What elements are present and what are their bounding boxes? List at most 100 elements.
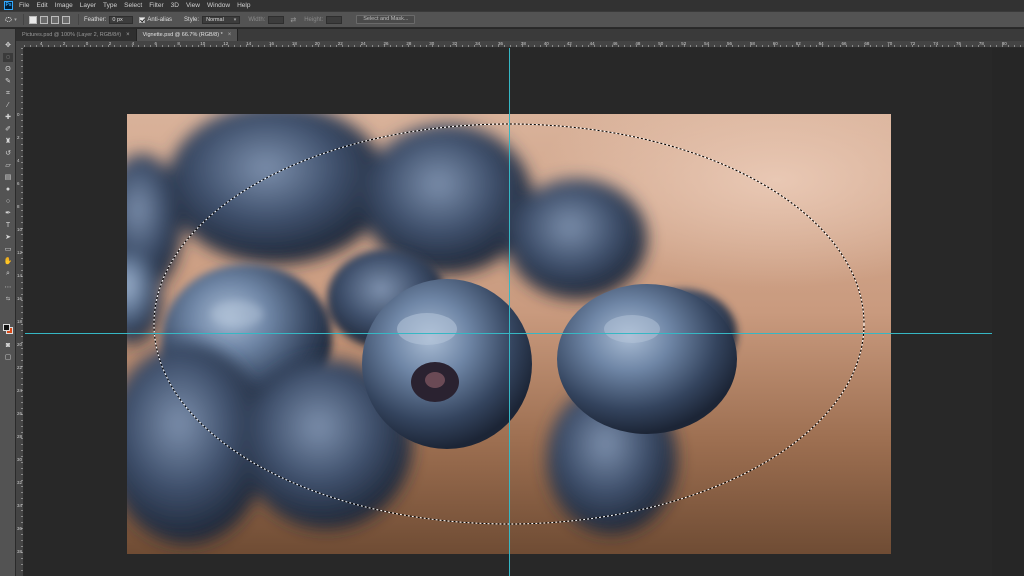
ruler-h-label: 78 <box>978 41 984 46</box>
screen-mode-icon[interactable]: ▢ <box>3 353 13 362</box>
quick-mask-icon[interactable]: ◙ <box>3 341 13 350</box>
menu-3d[interactable]: 3D <box>171 2 179 9</box>
tools-panel: ✥ ◌ ʘ ✎ ⌗ ⁄ ✚ ✐ ♜ ↺ ▱ ▤ ● ○ ✒ T ➤ ▭ ✋ ⌕ … <box>0 29 16 576</box>
tab-vignette[interactable]: Vignette.psd @ 66.7% (RGB/8) * × <box>136 29 239 41</box>
style-label: Style: <box>184 16 200 23</box>
close-icon[interactable]: × <box>126 32 130 38</box>
select-and-mask-button[interactable]: Select and Mask... <box>356 15 416 24</box>
ruler-v-label: 2 <box>17 135 20 140</box>
menu-image[interactable]: Image <box>55 2 73 9</box>
shape-icon[interactable]: ▭ <box>3 245 13 254</box>
ruler-h-label: 8 <box>177 41 180 46</box>
ruler-v-label: 38 <box>17 549 23 554</box>
ruler-v-label: 16 <box>17 296 23 301</box>
photoshop-window: Ps File Edit Image Layer Type Select Fil… <box>0 0 1024 576</box>
lasso-icon[interactable]: ʘ <box>3 65 13 74</box>
crop-icon[interactable]: ⌗ <box>3 89 13 98</box>
ruler-h-label: 6 <box>154 41 158 46</box>
menu-bar: Ps File Edit Image Layer Type Select Fil… <box>0 0 1024 11</box>
menu-window[interactable]: Window <box>207 2 230 9</box>
history-brush-icon[interactable]: ↺ <box>3 149 13 158</box>
swap-dimensions-icon[interactable]: ⇄ <box>290 16 296 24</box>
antialias-checkbox[interactable] <box>139 16 146 23</box>
ruler-h-label: 28 <box>406 41 412 46</box>
menu-layer[interactable]: Layer <box>80 2 96 9</box>
brush-icon[interactable]: ✐ <box>3 125 13 134</box>
ruler-h-label: 70 <box>887 41 893 46</box>
menu-help[interactable]: Help <box>237 2 250 9</box>
vertical-guide[interactable] <box>509 48 510 576</box>
more-icon[interactable]: ⋯ <box>3 283 13 292</box>
ruler-h-label: 76 <box>956 41 962 46</box>
gradient-icon[interactable]: ▤ <box>3 173 13 182</box>
ruler-h-label: 40 <box>543 41 549 46</box>
tab-pictures[interactable]: Pictures.psd @ 100% (Layer 2, RGB/8#) × <box>16 29 137 41</box>
add-to-selection-button[interactable] <box>40 15 48 24</box>
menu-view[interactable]: View <box>186 2 200 9</box>
ruler-h-label: 36 <box>498 41 504 46</box>
ruler-h-label: 0 <box>85 41 89 46</box>
path-select-icon[interactable]: ➤ <box>3 233 13 242</box>
menu-filter[interactable]: Filter <box>149 2 163 9</box>
ruler-h-label: 2 <box>62 41 66 46</box>
menu-type[interactable]: Type <box>103 2 117 9</box>
dodge-icon[interactable]: ○ <box>3 197 13 206</box>
feather-input[interactable]: 0 px <box>109 15 134 24</box>
marquee-icon[interactable]: ◌ <box>3 53 13 62</box>
healing-icon[interactable]: ✚ <box>3 113 13 122</box>
ruler-origin[interactable] <box>16 41 24 48</box>
ruler-v-label: 0 <box>17 112 20 117</box>
ruler-v-label: 32 <box>17 480 23 485</box>
ruler-h-label: 4 <box>131 41 135 46</box>
ruler-h-label: 80 <box>1001 41 1007 46</box>
eyedropper-icon[interactable]: ⁄ <box>3 101 13 110</box>
tool-preset-picker[interactable]: ▾ <box>4 14 18 26</box>
ruler-v-label: 4 <box>17 158 20 163</box>
ruler-h-label: 48 <box>635 41 641 46</box>
default-colors-icon[interactable]: ⇆ <box>3 295 13 304</box>
app-logo: Ps <box>4 1 13 10</box>
blur-icon[interactable]: ● <box>3 185 13 194</box>
ruler-h-label: 24 <box>360 41 366 46</box>
ruler-h-label: 42 <box>566 41 572 46</box>
ruler-h-label: 30 <box>429 41 435 46</box>
type-icon[interactable]: T <box>3 221 13 230</box>
ruler-v-label: 12 <box>17 250 23 255</box>
hand-icon[interactable]: ✋ <box>3 257 13 266</box>
ruler-h-label: 58 <box>749 41 755 46</box>
vertical-ruler[interactable] <box>16 48 24 576</box>
close-icon[interactable]: × <box>228 32 232 38</box>
width-input[interactable] <box>268 15 285 24</box>
clone-stamp-icon[interactable]: ♜ <box>3 137 13 146</box>
ruler-h-label: 44 <box>589 41 595 46</box>
horizontal-guide[interactable] <box>25 333 992 334</box>
menu-edit[interactable]: Edit <box>36 2 47 9</box>
ruler-h-label: 56 <box>727 41 733 46</box>
ruler-v-label: 20 <box>17 342 23 347</box>
eraser-icon[interactable]: ▱ <box>3 161 13 170</box>
chevron-down-icon: ▾ <box>14 16 17 23</box>
intersect-selection-button[interactable] <box>62 15 70 24</box>
menu-file[interactable]: File <box>19 2 29 9</box>
divider <box>23 14 24 25</box>
pen-icon[interactable]: ✒ <box>3 209 13 218</box>
ruler-v-label: 36 <box>17 526 23 531</box>
elliptical-marquee-icon <box>5 17 13 22</box>
antialias-label: Anti-alias <box>147 16 173 23</box>
ruler-v-label: 10 <box>17 227 23 232</box>
zoom-icon[interactable]: ⌕ <box>3 269 13 278</box>
menu-select[interactable]: Select <box>124 2 142 9</box>
document-tab-bar: Pictures.psd @ 100% (Layer 2, RGB/8#) × … <box>16 29 1024 41</box>
ruler-h-label: 60 <box>772 41 778 46</box>
height-input[interactable] <box>326 15 343 24</box>
subtract-from-selection-button[interactable] <box>51 15 59 24</box>
ruler-h-label: 64 <box>818 41 824 46</box>
quick-select-icon[interactable]: ✎ <box>3 77 13 86</box>
style-select-value: Normal <box>206 16 224 23</box>
ruler-h-label: 22 <box>337 41 343 46</box>
panel-gap <box>992 48 1024 576</box>
style-select[interactable]: Normal ▾ <box>202 15 241 24</box>
move-icon[interactable]: ✥ <box>3 41 13 50</box>
new-selection-button[interactable] <box>29 15 37 24</box>
foreground-color-swatch[interactable] <box>3 324 10 331</box>
